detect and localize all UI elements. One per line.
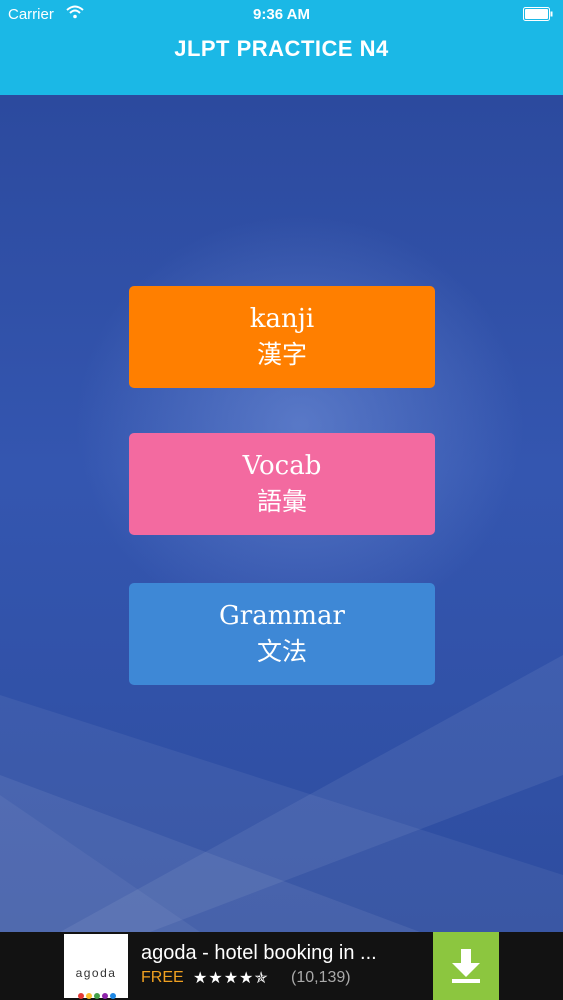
ad-app-logo[interactable]: agoda: [64, 934, 128, 1000]
download-arrow-icon: [452, 949, 480, 983]
grammar-button-label-en: Grammar: [219, 601, 345, 631]
app-header: Carrier 9:36 AM JLPT PRACTICE N4: [0, 0, 563, 95]
ad-banner[interactable]: agoda agoda - hotel booking in ... FREE …: [0, 932, 563, 1000]
ad-logo-dots: [78, 986, 118, 1000]
status-time: 9:36 AM: [253, 6, 310, 23]
status-bar: Carrier 9:36 AM: [0, 0, 563, 30]
kanji-button[interactable]: kanji 漢字: [129, 286, 435, 388]
vocab-button-label-jp: 語彙: [256, 487, 307, 516]
grammar-button-label-jp: 文法: [256, 637, 307, 666]
ad-logo-text: agoda: [75, 966, 117, 980]
ad-rating-count: (10,139): [291, 969, 351, 986]
grammar-button[interactable]: Grammar 文法: [129, 583, 435, 685]
ad-price: FREE: [141, 969, 184, 986]
battery-icon: [523, 7, 553, 21]
vocab-button[interactable]: Vocab 語彙: [129, 433, 435, 535]
app-screen: Carrier 9:36 AM JLPT PRACTICE N4 kanji 漢…: [0, 0, 563, 1000]
ad-rating-stars: ★★★★✯: [193, 970, 269, 987]
ad-download-button[interactable]: [433, 932, 499, 1000]
vocab-button-label-en: Vocab: [242, 451, 322, 481]
kanji-button-label-en: kanji: [249, 304, 315, 334]
ad-title[interactable]: agoda - hotel booking in ...: [141, 942, 377, 965]
kanji-button-label-jp: 漢字: [256, 340, 307, 369]
page-title: JLPT PRACTICE N4: [174, 36, 389, 61]
